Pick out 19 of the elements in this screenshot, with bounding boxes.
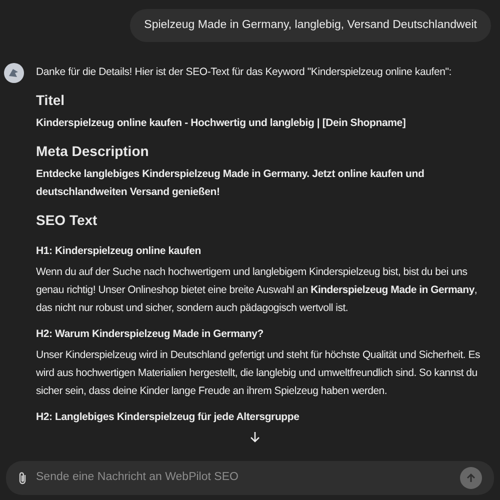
- bold-text: Entdecke langlebiges Kinderspielzeug Made in Germany. Jetzt online kaufen und deutschlandweiten Versand genießen!: [36, 167, 426, 200]
- bold-text: Kinderspielzeug online kaufen - Hochwertig und langlebig | [Dein Shopname]: [36, 116, 407, 132]
- subheading: H1: Kinderspielzeug online kaufen: [36, 244, 202, 260]
- paperclip-icon[interactable]: [18, 471, 28, 485]
- subheading: H2: Warum Kinderspielzeug Made in Germany?: [36, 327, 265, 342]
- paragraph: Wenn du auf der Suche nach hochwertigem und langlebigem Kinderspielzeug bist, bist du bei uns genau richtig! Unser Onlineshop bietet eine breite Auswahl an Kinderspielzeug Made in Germany, das nicht nur robust und sicher, sondern auch pädagogisch wertvoll ist.: [36, 265, 478, 316]
- user-message: Spielzeug Made in Germany, langlebig, Versand Deutschlandweit: [130, 9, 491, 42]
- section-heading: SEO Text: [36, 211, 98, 230]
- section-heading: Meta Description: [36, 142, 150, 160]
- intro-text: Danke für die Details! Hier ist der SEO-Text für das Keyword "Kinderspielzeug online kaufen":: [36, 65, 452, 80]
- scroll-down-arrow-icon[interactable]: [250, 431, 260, 443]
- bot-avatar-icon: [4, 63, 24, 84]
- send-button[interactable]: [460, 467, 482, 489]
- paragraph: Unser Kinderspielzeug wird in Deutschland gefertigt und steht für höchste Qualität und Sicherheit. Es wird aus hochwertigen Materialien hergestellt, die langlebig und umweltfreundlich sind. So kannst du sicher sein, dass deine Kinder lange Freude an ihrem Spielzeug haben werden.: [36, 348, 482, 400]
- composer-bar[interactable]: Sende eine Nachricht an WebPilot SEO: [6, 461, 494, 495]
- section-heading: Titel: [36, 91, 66, 110]
- message-input[interactable]: Sende eine Nachricht an WebPilot SEO: [36, 469, 452, 487]
- subheading: H2: Langlebiges Kinderspielzeug für jede Altersgruppe: [36, 410, 300, 426]
- arrow-up-icon: [466, 473, 476, 483]
